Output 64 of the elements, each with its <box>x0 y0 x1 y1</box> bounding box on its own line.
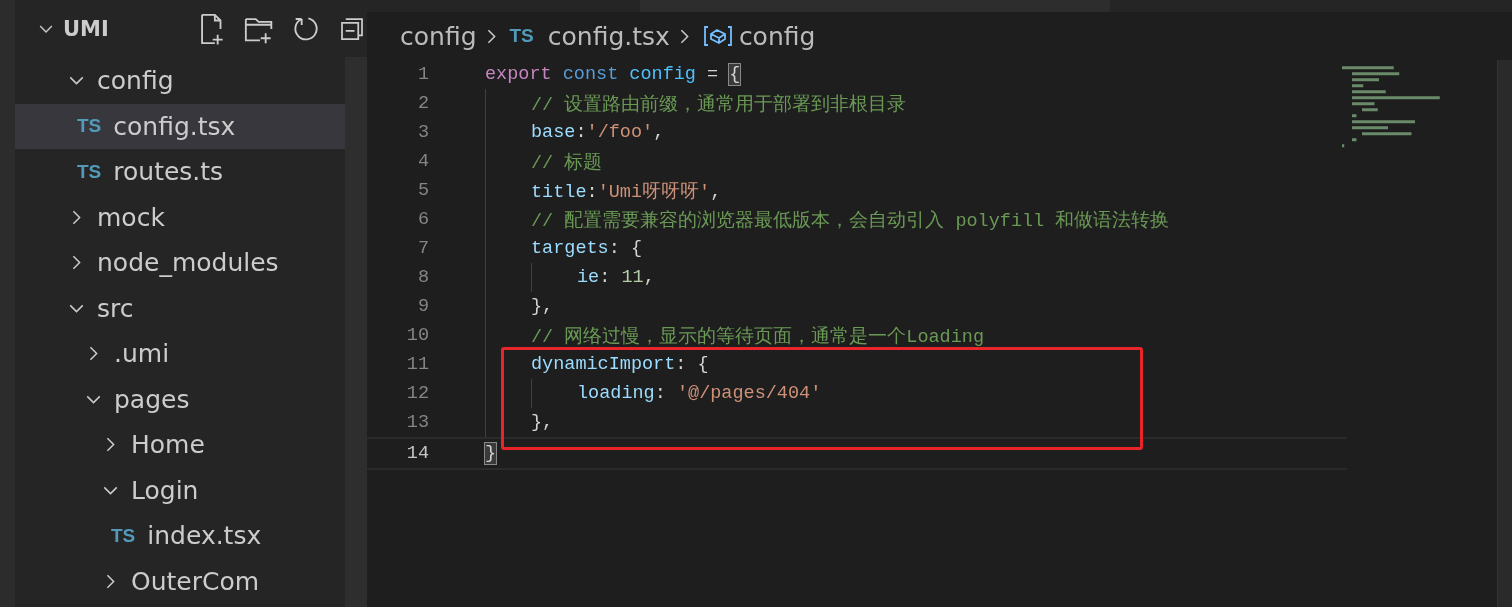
line-number: 9 <box>416 296 429 317</box>
tree-item[interactable]: .umi <box>15 331 345 377</box>
tree-item-label: routes.ts <box>113 157 224 187</box>
code-line: title:'Umi呀呀呀', <box>531 181 722 203</box>
chevron-right-icon <box>486 28 496 44</box>
tree-item-label: Login <box>131 475 199 505</box>
code-line: dynamicImport: { <box>531 354 709 375</box>
line-number: 6 <box>416 209 429 230</box>
tree-item-label: Home <box>131 430 205 460</box>
line-number: 12 <box>405 383 429 404</box>
file-type-label: TS <box>77 160 102 183</box>
tree-item[interactable]: Home <box>15 422 345 468</box>
line-number: 7 <box>416 238 429 259</box>
tree-item-label: config <box>97 66 174 96</box>
tree-item[interactable]: pages <box>15 376 345 422</box>
tree-item-label: mock <box>97 202 165 232</box>
code-line: loading: '@/pages/404' <box>577 383 822 404</box>
line-number: 1 <box>416 64 429 85</box>
chevron-down-icon[interactable] <box>39 24 54 34</box>
tree-item-label: pages <box>114 384 190 414</box>
file-type-label: TS <box>509 25 534 47</box>
breadcrumb-item[interactable]: config.tsx <box>547 21 670 51</box>
breadcrumb-item[interactable]: config <box>400 21 477 51</box>
breadcrumb-item[interactable]: config <box>738 21 816 51</box>
line-number: 11 <box>405 354 429 375</box>
tree-item-label: src <box>97 293 134 323</box>
line-number: 2 <box>416 93 429 114</box>
code-line: export const config = { <box>485 64 741 85</box>
chevron-right-icon <box>679 28 689 44</box>
tree-item[interactable]: TS routes.ts <box>15 149 345 195</box>
tree-item-label: .umi <box>114 339 170 369</box>
tree-item[interactable]: TS index.tsx <box>15 513 345 559</box>
tree-item[interactable]: TS config.tsx <box>15 103 345 149</box>
code-line: }, <box>531 412 554 433</box>
tree-item-label: OuterCom <box>131 566 260 596</box>
code-line: ie: 11, <box>577 267 655 288</box>
variable-symbol-icon <box>702 25 733 47</box>
line-number: 5 <box>416 180 429 201</box>
line-number: 4 <box>416 151 429 172</box>
file-type-label: TS <box>111 524 136 547</box>
code-line: // 网络过慢，显示的等待页面，通常是一个Loading <box>531 325 985 348</box>
tree-item[interactable]: OuterCom <box>15 558 345 604</box>
code-line: // 设置路由前缀，通常用于部署到非根目录 <box>531 93 907 116</box>
line-number: 13 <box>405 412 429 433</box>
code-line: targets: { <box>531 238 643 259</box>
tree-item-label: node_modules <box>97 248 279 278</box>
line-number: 10 <box>405 325 429 346</box>
code-line: base:'/foo', <box>531 122 665 143</box>
code-line: }, <box>531 296 554 317</box>
tree-item[interactable]: src <box>15 285 345 331</box>
line-number: 3 <box>416 122 429 143</box>
file-type-label: TS <box>77 115 102 138</box>
tree-item[interactable]: node_modules <box>15 240 345 286</box>
tree-item-label: index.tsx <box>147 521 262 551</box>
tree-item-label: config.tsx <box>113 111 236 141</box>
code-line: // 标题 <box>531 151 603 174</box>
tree-item[interactable]: Login <box>15 467 345 513</box>
scrollbar[interactable] <box>345 57 367 607</box>
line-number: 8 <box>416 267 429 288</box>
tree-item[interactable]: mock <box>15 194 345 240</box>
line-number: 14 <box>405 443 429 464</box>
code-line: // 配置需要兼容的浏览器最低版本，会自动引入 polyfill 和做语法转换 <box>531 209 1170 232</box>
tree-item[interactable]: config <box>15 58 345 104</box>
explorer-title: UMI <box>63 17 110 41</box>
